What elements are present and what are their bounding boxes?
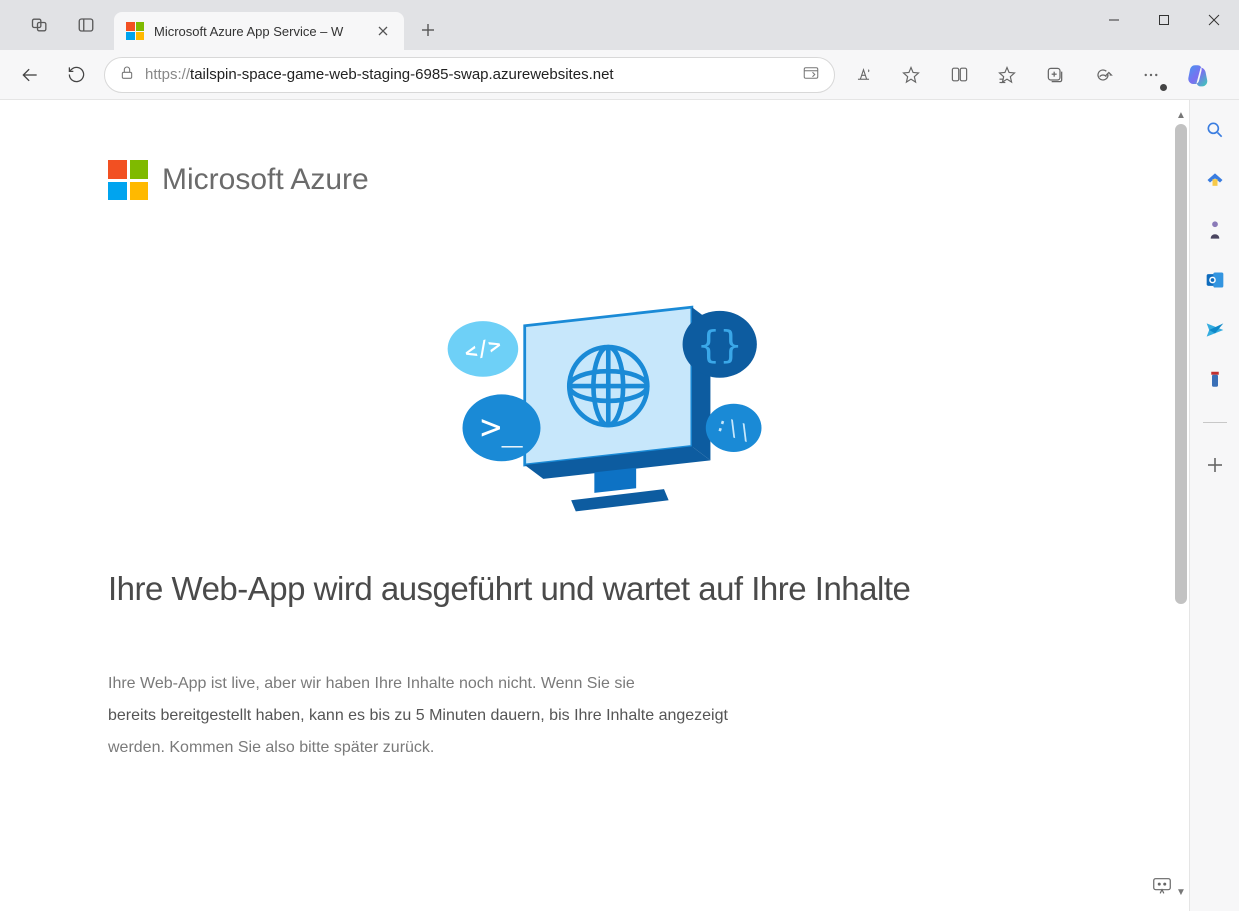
svg-text:{}: {} bbox=[697, 323, 742, 366]
url-text: https://tailspin-space-game-web-staging-… bbox=[145, 66, 792, 83]
new-tab-button[interactable] bbox=[410, 12, 446, 48]
title-bar: Microsoft Azure App Service – W bbox=[0, 0, 1239, 50]
browser-toolbar: https://tailspin-space-game-web-staging-… bbox=[0, 50, 1239, 100]
tab-actions-icon[interactable] bbox=[66, 5, 106, 45]
window-close-button[interactable] bbox=[1189, 0, 1239, 40]
split-screen-icon[interactable] bbox=[941, 57, 977, 93]
refresh-button[interactable] bbox=[58, 57, 94, 93]
collections-icon[interactable] bbox=[1037, 57, 1073, 93]
close-tab-button[interactable] bbox=[374, 22, 392, 40]
sidebar-tools-icon[interactable] bbox=[1203, 368, 1227, 392]
performance-icon[interactable] bbox=[1085, 57, 1121, 93]
body-line-2: werden. Kommen Sie also bitte später zur… bbox=[108, 739, 434, 756]
maximize-button[interactable] bbox=[1139, 0, 1189, 40]
scroll-up-icon[interactable]: ▲ bbox=[1175, 108, 1187, 122]
page-body: Ihre Web-App ist live, aber wir haben Ih… bbox=[108, 668, 868, 764]
scroll-down-icon[interactable]: ▼ bbox=[1175, 885, 1187, 899]
favicon-icon bbox=[126, 22, 144, 40]
minimize-button[interactable] bbox=[1089, 0, 1139, 40]
page-viewport: Microsoft Azure bbox=[8, 100, 1189, 911]
browser-tab[interactable]: Microsoft Azure App Service – W bbox=[114, 12, 404, 50]
copilot-icon[interactable] bbox=[1181, 57, 1217, 93]
back-button[interactable] bbox=[12, 57, 48, 93]
enter-immersive-icon[interactable] bbox=[802, 64, 820, 86]
read-aloud-icon[interactable] bbox=[845, 57, 881, 93]
sidebar-games-icon[interactable] bbox=[1203, 218, 1227, 242]
body-strong: bereits bereitgestellt haben, kann es bi… bbox=[108, 707, 728, 724]
microsoft-flag-icon bbox=[108, 160, 148, 200]
address-bar[interactable]: https://tailspin-space-game-web-staging-… bbox=[104, 57, 835, 93]
feedback-icon[interactable] bbox=[1151, 875, 1175, 899]
svg-text:>_: >_ bbox=[480, 407, 523, 448]
page-heading: Ihre Web-App wird ausgeführt und wartet … bbox=[108, 570, 1089, 608]
scroll-thumb[interactable] bbox=[1175, 124, 1187, 604]
favorites-list-icon[interactable] bbox=[989, 57, 1025, 93]
tab-title: Microsoft Azure App Service – W bbox=[154, 24, 364, 39]
scrollbar[interactable]: ▲ ▼ bbox=[1175, 108, 1187, 899]
azure-logo: Microsoft Azure bbox=[108, 160, 1089, 200]
body-line-1: Ihre Web-App ist live, aber wir haben Ih… bbox=[108, 675, 635, 692]
favorite-icon[interactable] bbox=[893, 57, 929, 93]
sidebar-search-icon[interactable] bbox=[1203, 118, 1227, 142]
sidebar-outlook-icon[interactable] bbox=[1203, 268, 1227, 292]
sidebar-divider bbox=[1203, 422, 1227, 423]
edge-sidebar bbox=[1189, 100, 1239, 911]
more-icon[interactable] bbox=[1133, 57, 1169, 93]
lock-icon bbox=[119, 65, 135, 85]
sidebar-shopping-icon[interactable] bbox=[1203, 168, 1227, 192]
sidebar-send-icon[interactable] bbox=[1203, 318, 1227, 342]
sidebar-add-icon[interactable] bbox=[1203, 453, 1227, 477]
hero-illustration: </> >_ {} :\\ bbox=[108, 270, 1089, 530]
workspaces-icon[interactable] bbox=[20, 5, 60, 45]
brand-text: Microsoft Azure bbox=[162, 163, 369, 197]
